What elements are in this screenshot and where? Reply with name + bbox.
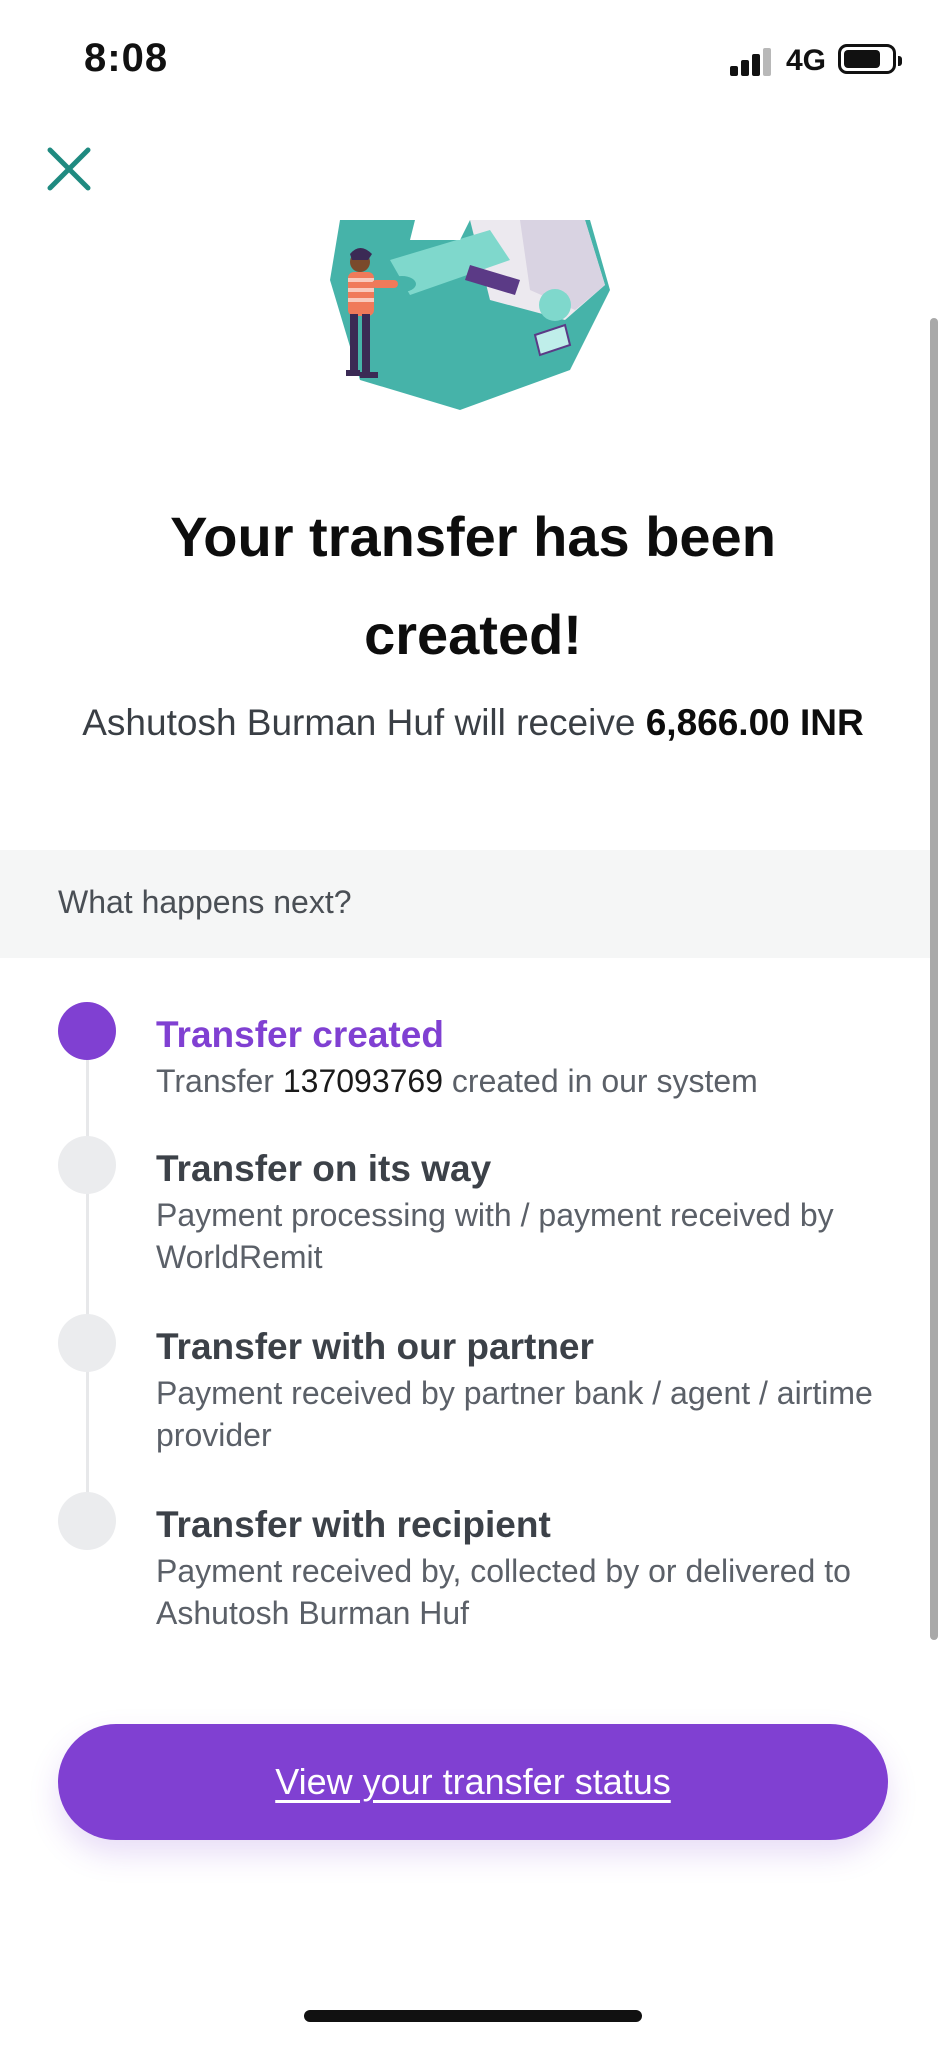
step-title: Transfer with recipient <box>156 1504 551 1545</box>
step-indicator <box>58 1314 116 1372</box>
next-steps-label: What happens next? <box>58 884 352 920</box>
step-desc-prefix: Transfer <box>156 1063 283 1099</box>
view-transfer-status-button[interactable]: View your transfer status <box>58 1724 888 1840</box>
transfer-number: 137093769 <box>282 1063 444 1099</box>
step-description: Transfer 137093769 created in our system <box>156 1060 896 1102</box>
status-bar: 8:08 4G <box>0 0 946 120</box>
page-title: Your transfer has been created! <box>170 505 776 666</box>
transfer-created-screen: 8:08 4G Your transfer has been created! … <box>0 0 946 2048</box>
receive-summary: Ashutosh Burman Huf will receive 6,866.0… <box>0 702 946 744</box>
receive-amount: 6,866.00 INR <box>645 702 864 743</box>
signal-icon <box>730 44 774 76</box>
step-indicator-active <box>58 1002 116 1060</box>
receive-prefix: Ashutosh Burman Huf will receive <box>82 702 646 743</box>
battery-icon <box>838 44 902 74</box>
home-indicator[interactable] <box>304 2010 642 2022</box>
step-title: Transfer with our partner <box>156 1326 594 1367</box>
next-steps-header: What happens next? <box>0 850 934 958</box>
step-title: Transfer on its way <box>156 1148 492 1189</box>
step-description: Payment processing with / payment receiv… <box>156 1197 834 1275</box>
close-icon <box>47 147 91 191</box>
timeline-line <box>86 1040 89 1520</box>
status-time: 8:08 <box>84 36 169 80</box>
step-indicator <box>58 1492 116 1550</box>
step-desc-suffix: created in our system <box>443 1063 758 1099</box>
scrollbar[interactable] <box>930 318 938 1640</box>
step-description: Payment received by, collected by or del… <box>156 1553 851 1631</box>
step-title: Transfer created <box>156 1014 444 1055</box>
step-indicator <box>58 1136 116 1194</box>
close-button[interactable] <box>40 140 100 200</box>
transfer-illustration <box>320 220 620 420</box>
network-type: 4G <box>786 44 827 77</box>
step-description: Payment received by partner bank / agent… <box>156 1375 873 1453</box>
view-transfer-status-label: View your transfer status <box>275 1761 671 1802</box>
